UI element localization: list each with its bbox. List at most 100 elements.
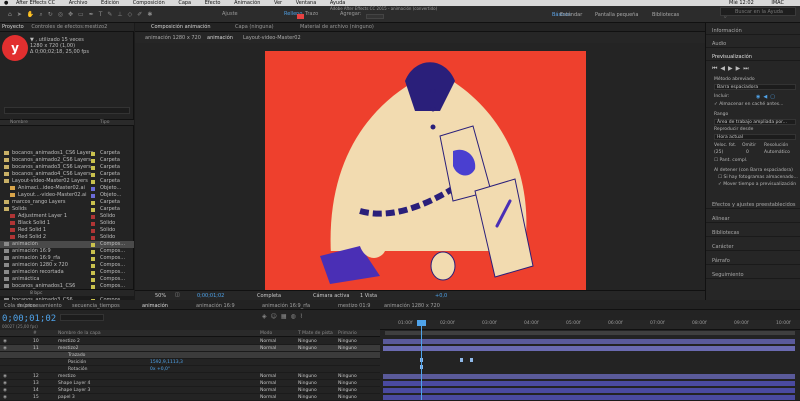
bpc-label[interactable]: 8 bpc	[30, 290, 42, 297]
project-item[interactable]: animación recortada Compos...	[0, 269, 134, 276]
workspace-small-screen[interactable]: Pantalla pequeña	[595, 12, 638, 19]
effects-controls-tab[interactable]: Controles de efectos:mestizo2	[31, 24, 107, 30]
section-preview[interactable]: Previsualización	[706, 53, 800, 61]
label-color-swatch[interactable]	[91, 250, 95, 254]
skip-value[interactable]: 0	[746, 150, 749, 156]
project-item[interactable]: bocanos_animado3_CS6 Layers Carpeta	[0, 164, 134, 171]
play-icon[interactable]: ▶	[728, 65, 736, 72]
stop-option-2[interactable]: ✓ Mover tiempo a previsualización	[718, 182, 796, 188]
selection-tool-icon[interactable]: ➤	[17, 11, 27, 18]
project-item[interactable]: animación 1280 x 720 Compos...	[0, 262, 134, 269]
layer-parent[interactable]: Ninguno	[338, 338, 357, 345]
camera-dropdown[interactable]: Cámara activa	[313, 293, 349, 299]
tab-animacion-169-rfa[interactable]: animación 16:9_rfa	[262, 302, 310, 310]
tab-musica[interactable]: música	[18, 302, 36, 310]
col-layer-name[interactable]: Nombre de la capa	[58, 330, 101, 337]
tab-animacion-169[interactable]: animación 16:9	[196, 302, 235, 310]
label-color-swatch[interactable]	[91, 159, 95, 163]
layer-parent[interactable]: Ninguno	[338, 373, 357, 380]
help-search-input[interactable]: Buscar en la Ayuda	[720, 7, 796, 16]
project-item[interactable]: Red Solid 2 Sólido	[0, 234, 134, 241]
label-color-swatch[interactable]	[91, 236, 95, 240]
label-color-swatch[interactable]	[91, 166, 95, 170]
project-item[interactable]: Layout...-video-Master02.ai Objeto...	[0, 192, 134, 199]
project-item[interactable]: marcos_rango Layers Carpeta	[0, 199, 134, 206]
project-item[interactable]: Adjustment Layer 1 Sólido	[0, 213, 134, 220]
add-dropdown[interactable]	[366, 14, 384, 19]
project-search-input[interactable]	[4, 107, 130, 114]
project-item[interactable]: animación 16:9 Compos...	[0, 248, 134, 255]
puppet-tool-icon[interactable]: ✱	[147, 11, 157, 18]
last-frame-icon[interactable]: ⏭	[743, 65, 751, 72]
layer-blend-mode[interactable]: Normal	[260, 380, 276, 387]
label-color-swatch[interactable]	[91, 208, 95, 212]
stroke-button[interactable]: Trazo	[305, 10, 318, 18]
timeline-layer-row[interactable]: Trazado	[0, 352, 380, 359]
rectangle-tool-icon[interactable]: ▭	[78, 11, 89, 18]
resolution-dropdown[interactable]: Completa	[257, 293, 281, 299]
views-dropdown[interactable]: 1 Vista	[360, 293, 377, 299]
layer-blend-mode[interactable]: Normal	[260, 373, 276, 380]
layer-blend-mode[interactable]: Normal	[260, 338, 276, 345]
tab-1280[interactable]: animación 1280 x 720	[384, 302, 440, 310]
frame-blend-icon[interactable]: ▦	[281, 313, 291, 320]
project-item[interactable]: bocanos_animado4_CS6 Layers Carpeta	[0, 171, 134, 178]
prev-frame-icon[interactable]: ◀	[720, 65, 728, 72]
timeline-layer-row[interactable]: ◉ 11 mestizo2 Normal Ninguno Ninguno	[0, 345, 380, 352]
layer-track-matte[interactable]: Ninguno	[298, 380, 317, 387]
section-info[interactable]: Información	[706, 27, 800, 35]
pan-tool-icon[interactable]: ✥	[68, 11, 78, 18]
subtab-layout[interactable]: Layout-video-Master02	[243, 35, 301, 41]
fill-swatch[interactable]	[297, 14, 304, 19]
timeline-layer-row[interactable]: ◉ 10 mestizo 2 Normal Ninguno Ninguno	[0, 338, 380, 345]
subtab-animacion[interactable]: animación	[207, 35, 233, 41]
label-color-swatch[interactable]	[91, 278, 95, 282]
workspace-standard[interactable]: Estándar	[560, 12, 582, 19]
label-color-swatch[interactable]	[91, 215, 95, 219]
cache-checkbox[interactable]: ✓ Almacenar en caché antes...	[714, 102, 783, 108]
roto-tool-icon[interactable]: ✐	[137, 11, 147, 18]
draft-3d-icon[interactable]: ◈	[262, 313, 271, 320]
playhead[interactable]	[421, 320, 422, 400]
camera-tool-icon[interactable]: ◎	[58, 11, 68, 18]
project-item[interactable]: bocanos_animado2_CS6 Layers Carpeta	[0, 157, 134, 164]
zoom-dropdown[interactable]: 50%	[155, 293, 166, 299]
overlay-toggle-icon[interactable]: ▢	[770, 94, 778, 100]
graph-editor-icon[interactable]: ⌇	[300, 313, 307, 320]
section-character[interactable]: Carácter	[706, 243, 800, 251]
work-area-bar[interactable]	[385, 331, 795, 335]
tab-composition[interactable]: Composición animación	[151, 24, 211, 30]
rotate-tool-icon[interactable]: ↻	[48, 11, 58, 18]
tab-secuencia[interactable]: secuencia_tiempos	[72, 302, 120, 310]
layer-track-matte[interactable]: Ninguno	[298, 373, 317, 380]
label-color-swatch[interactable]	[91, 271, 95, 275]
layer-duration-bar[interactable]	[383, 374, 795, 379]
fps-select[interactable]: (25)	[714, 150, 723, 156]
visibility-eye-icon[interactable]: ◉	[3, 338, 7, 345]
timeline-layer-row[interactable]: ◉ 14 Shape Layer 3 Normal Ninguno Ninguno	[0, 387, 380, 394]
col-name[interactable]: Nombre	[10, 120, 28, 126]
layer-blend-mode[interactable]: Normal	[260, 345, 276, 352]
project-item[interactable]: animación Compos...	[0, 241, 134, 248]
section-libraries[interactable]: Bibliotecas	[706, 229, 800, 237]
project-item[interactable]: animación 16:9_rfa Compos...	[0, 255, 134, 262]
label-color-swatch[interactable]	[91, 180, 95, 184]
fullscreen-checkbox[interactable]: ☐ Pant. compl.	[714, 158, 747, 164]
current-time[interactable]: 0;00;01;02	[197, 293, 224, 299]
pen-tool-icon[interactable]: ✒	[89, 11, 99, 18]
visibility-eye-icon[interactable]: ◉	[3, 380, 7, 387]
workspace-libraries[interactable]: Bibliotecas	[652, 12, 679, 19]
section-effects-presets[interactable]: Efectos y ajustes preestablecidos	[706, 201, 800, 209]
label-color-swatch[interactable]	[91, 152, 95, 156]
timeline-layer-row[interactable]: Rotación 0x +0,0°	[0, 366, 380, 373]
timeline-search-input[interactable]	[60, 314, 104, 321]
layer-blend-mode[interactable]: Normal	[260, 387, 276, 394]
home-icon[interactable]: ⌂	[8, 11, 17, 18]
tab-animacion[interactable]: animación	[142, 302, 168, 310]
layer-duration-bar[interactable]	[383, 395, 795, 400]
project-item[interactable]: bocanos_animados1_CS6 Layers Carpeta	[0, 150, 134, 157]
label-color-swatch[interactable]	[91, 173, 95, 177]
layer-duration-bar[interactable]	[383, 339, 795, 344]
shy-icon[interactable]: ☺	[271, 313, 281, 320]
time-ruler[interactable]: 01:00f 02:00f 03:00f 04:00f 05:00f 06:00f 07:0…	[380, 320, 800, 330]
